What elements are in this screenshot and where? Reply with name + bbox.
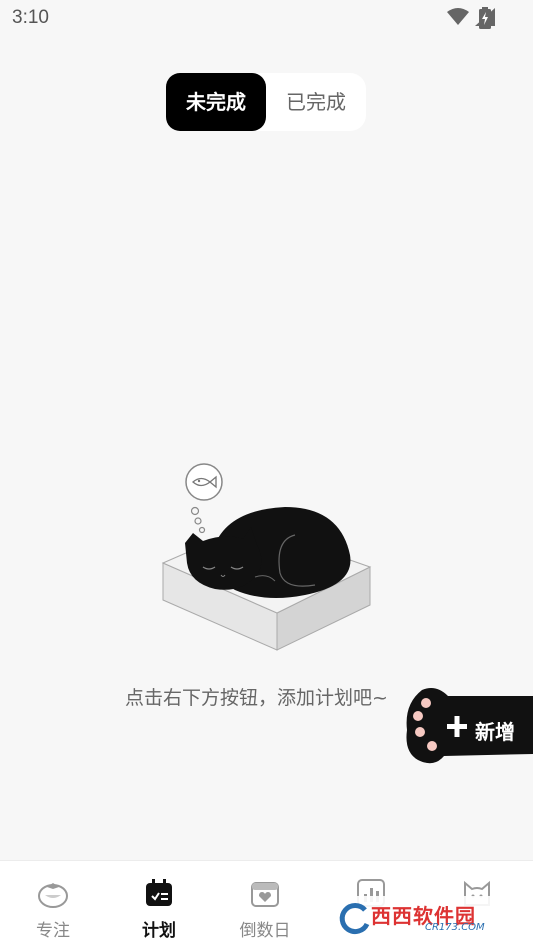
status-bar: 3:10 bbox=[0, 0, 533, 36]
filter-segmented-control: 未完成 已完成 bbox=[166, 73, 366, 131]
battery-icon bbox=[479, 7, 491, 29]
tab-countdown-label: 倒数日 bbox=[239, 921, 291, 941]
tab-incomplete[interactable]: 未完成 bbox=[166, 73, 266, 131]
tab-focus-label: 专注 bbox=[36, 921, 70, 941]
tab-countdown[interactable]: 倒数日 bbox=[212, 861, 318, 949]
sleeping-cat-illustration bbox=[161, 463, 372, 651]
status-time: 3:10 bbox=[12, 7, 49, 28]
watermark-subtext: CR173.COM bbox=[425, 922, 485, 933]
tab-plan[interactable]: 计划 bbox=[106, 861, 212, 949]
add-plan-label[interactable]: 新增 bbox=[475, 716, 515, 745]
tab-plan-label: 计划 bbox=[142, 921, 176, 941]
tab-focus[interactable]: 专注 bbox=[0, 861, 106, 949]
tomato-icon bbox=[38, 883, 68, 908]
calendar-heart-icon bbox=[251, 882, 279, 907]
watermark-emblem-icon bbox=[339, 903, 370, 935]
tab-completed[interactable]: 已完成 bbox=[266, 73, 366, 131]
watermark-logo: 西西软件园 CR173.COM bbox=[333, 896, 513, 942]
wifi-icon bbox=[447, 8, 469, 25]
calendar-plan-icon bbox=[146, 879, 172, 906]
